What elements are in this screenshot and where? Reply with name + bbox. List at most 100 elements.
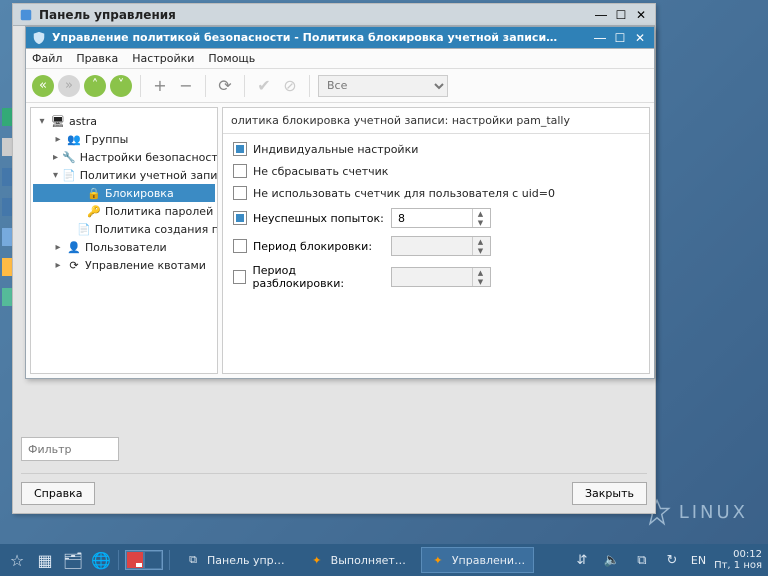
menu-help[interactable]: Помощь [208,52,255,65]
wrench-icon: 🔧 [62,150,76,164]
computer-icon: 🖥 [51,114,65,128]
spin-up-icon[interactable]: ▲ [473,209,488,218]
security-policy-window: Управление политикой безопасности - Поли… [25,26,655,379]
unlock-period-input [392,271,472,284]
refresh-button[interactable]: ⟳ [214,75,236,97]
tray-updates-icon[interactable]: ↻ [661,549,683,571]
add-button[interactable]: + [149,75,171,97]
tray-usb-icon[interactable]: ⇵ [571,549,593,571]
no-uid0-row[interactable]: Не использовать счетчик для пользователя… [233,186,639,200]
tree-security-settings[interactable]: ▸🔧Настройки безопасности [33,148,215,166]
checkbox-icon[interactable] [233,270,246,284]
tree-account-policies[interactable]: ▾📄Политики учетной записи [33,166,215,184]
system-tray: ⇵ 🔈 ⧉ ↻ EN 00:12 Пт, 1 ноя [571,549,762,571]
menu-bar: Файл Правка Настройки Помощь [26,49,654,69]
tree-groups[interactable]: ▸👥Группы [33,130,215,148]
toolbar-separator [140,75,141,97]
distro-logo-text: LINUX [679,502,748,523]
show-desktop-icon[interactable]: ▦ [34,549,56,571]
toolbar-separator [205,75,206,97]
spin-down-icon: ▼ [473,246,488,255]
group-icon: 👥 [67,132,81,146]
taskbar-separator [169,550,170,570]
unlock-period-row: Период разблокировки: ▲▼ [233,264,639,290]
nav-down-button[interactable]: ˅ [110,75,132,97]
form-header: олитика блокировка учетной записи: настр… [223,108,649,134]
tray-network-icon[interactable]: ⧉ [631,549,653,571]
minimize-button[interactable]: ― [592,30,608,46]
shield-icon [32,31,46,45]
keyboard-layout[interactable]: EN [691,554,706,567]
tree-creation-policy[interactable]: 📄Политика создания пол… [33,220,215,238]
checkbox-checked-icon[interactable] [233,142,247,156]
filter-combo[interactable]: Все [318,75,448,97]
maximize-button[interactable]: ☐ [612,30,628,46]
distro-logo: LINUX [643,498,748,526]
nav-tree[interactable]: ▾🖥astra ▸👥Группы ▸🔧Настройки безопасност… [30,107,218,374]
toolbar: « » ˄ ˅ + − ⟳ ✔ ⊘ Все [26,69,654,103]
clock-time: 00:12 [714,549,762,560]
close-button[interactable]: ✕ [633,7,649,23]
nav-forward-button: » [58,75,80,97]
nav-up-button[interactable]: ˄ [84,75,106,97]
maximize-button[interactable]: ☐ [613,7,629,23]
help-button[interactable]: Справка [21,482,95,505]
tree-lockout-policy[interactable]: 🔒Блокировка [33,184,215,202]
key-icon: 🔑 [87,204,101,218]
remove-button[interactable]: − [175,75,197,97]
checkbox-checked-icon[interactable] [233,211,247,225]
start-menu-icon[interactable]: ☆ [6,549,28,571]
tree-root[interactable]: ▾🖥astra [33,112,215,130]
nav-back-button[interactable]: « [32,75,54,97]
workspace-pager[interactable] [125,550,163,570]
lock-period-spinbox: ▲▼ [391,236,491,256]
clock[interactable]: 00:12 Пт, 1 ноя [714,549,762,571]
menu-settings[interactable]: Настройки [132,52,194,65]
control-panel-footer: Справка Закрыть [21,437,647,505]
spin-down-icon: ▼ [473,277,488,286]
lock-period-input [392,240,472,253]
menu-edit[interactable]: Правка [76,52,118,65]
toolbar-separator [244,75,245,97]
minimize-button[interactable]: ― [593,7,609,23]
task-running[interactable]: ✦Выполняет… [300,547,415,573]
quota-icon: ⟳ [67,258,81,272]
task-security-policy[interactable]: ✦Управлени… [421,547,534,573]
checkbox-icon[interactable] [233,239,247,253]
taskbar-separator [118,550,119,570]
no-reset-row[interactable]: Не сбрасывать счетчик [233,164,639,178]
tree-quotas[interactable]: ▸⟳Управление квотами [33,256,215,274]
policy-icon: 📄 [62,168,76,182]
lock-period-row: Период блокировки: ▲▼ [233,236,639,256]
cancel-button: ⊘ [279,75,301,97]
fail-attempts-spinbox[interactable]: ▲▼ [391,208,491,228]
spin-down-icon[interactable]: ▼ [473,218,488,227]
unlock-period-spinbox: ▲▼ [391,267,491,287]
checkbox-icon[interactable] [233,164,247,178]
tray-volume-icon[interactable]: 🔈 [601,549,623,571]
lock-icon: 🔒 [87,186,101,200]
spin-up-icon: ▲ [473,268,488,277]
control-panel-title: Панель управления [39,8,589,22]
tree-users[interactable]: ▸👤Пользователи [33,238,215,256]
policy-titlebar[interactable]: Управление политикой безопасности - Поли… [26,27,654,49]
menu-file[interactable]: Файл [32,52,62,65]
toolbar-separator [309,75,310,97]
tree-password-policy[interactable]: 🔑Политика паролей [33,202,215,220]
doc-icon: 📄 [77,222,91,236]
browser-icon[interactable]: 🌐 [90,549,112,571]
clock-date: Пт, 1 ноя [714,560,762,571]
individual-settings-row[interactable]: Индивидуальные настройки [233,142,639,156]
close-panel-button[interactable]: Закрыть [572,482,647,505]
checkbox-icon[interactable] [233,186,247,200]
policy-title: Управление политикой безопасности - Поли… [52,31,588,44]
control-panel-titlebar[interactable]: Панель управления ― ☐ ✕ [13,4,655,26]
close-button[interactable]: ✕ [632,30,648,46]
fail-attempts-input[interactable] [392,212,472,225]
apply-button: ✔ [253,75,275,97]
task-control-panel[interactable]: ⧉Панель упр… [176,547,294,573]
spin-up-icon: ▲ [473,237,488,246]
star-icon: ✦ [430,552,446,568]
filter-input[interactable] [21,437,119,461]
file-manager-icon[interactable]: 🗂 [62,549,84,571]
